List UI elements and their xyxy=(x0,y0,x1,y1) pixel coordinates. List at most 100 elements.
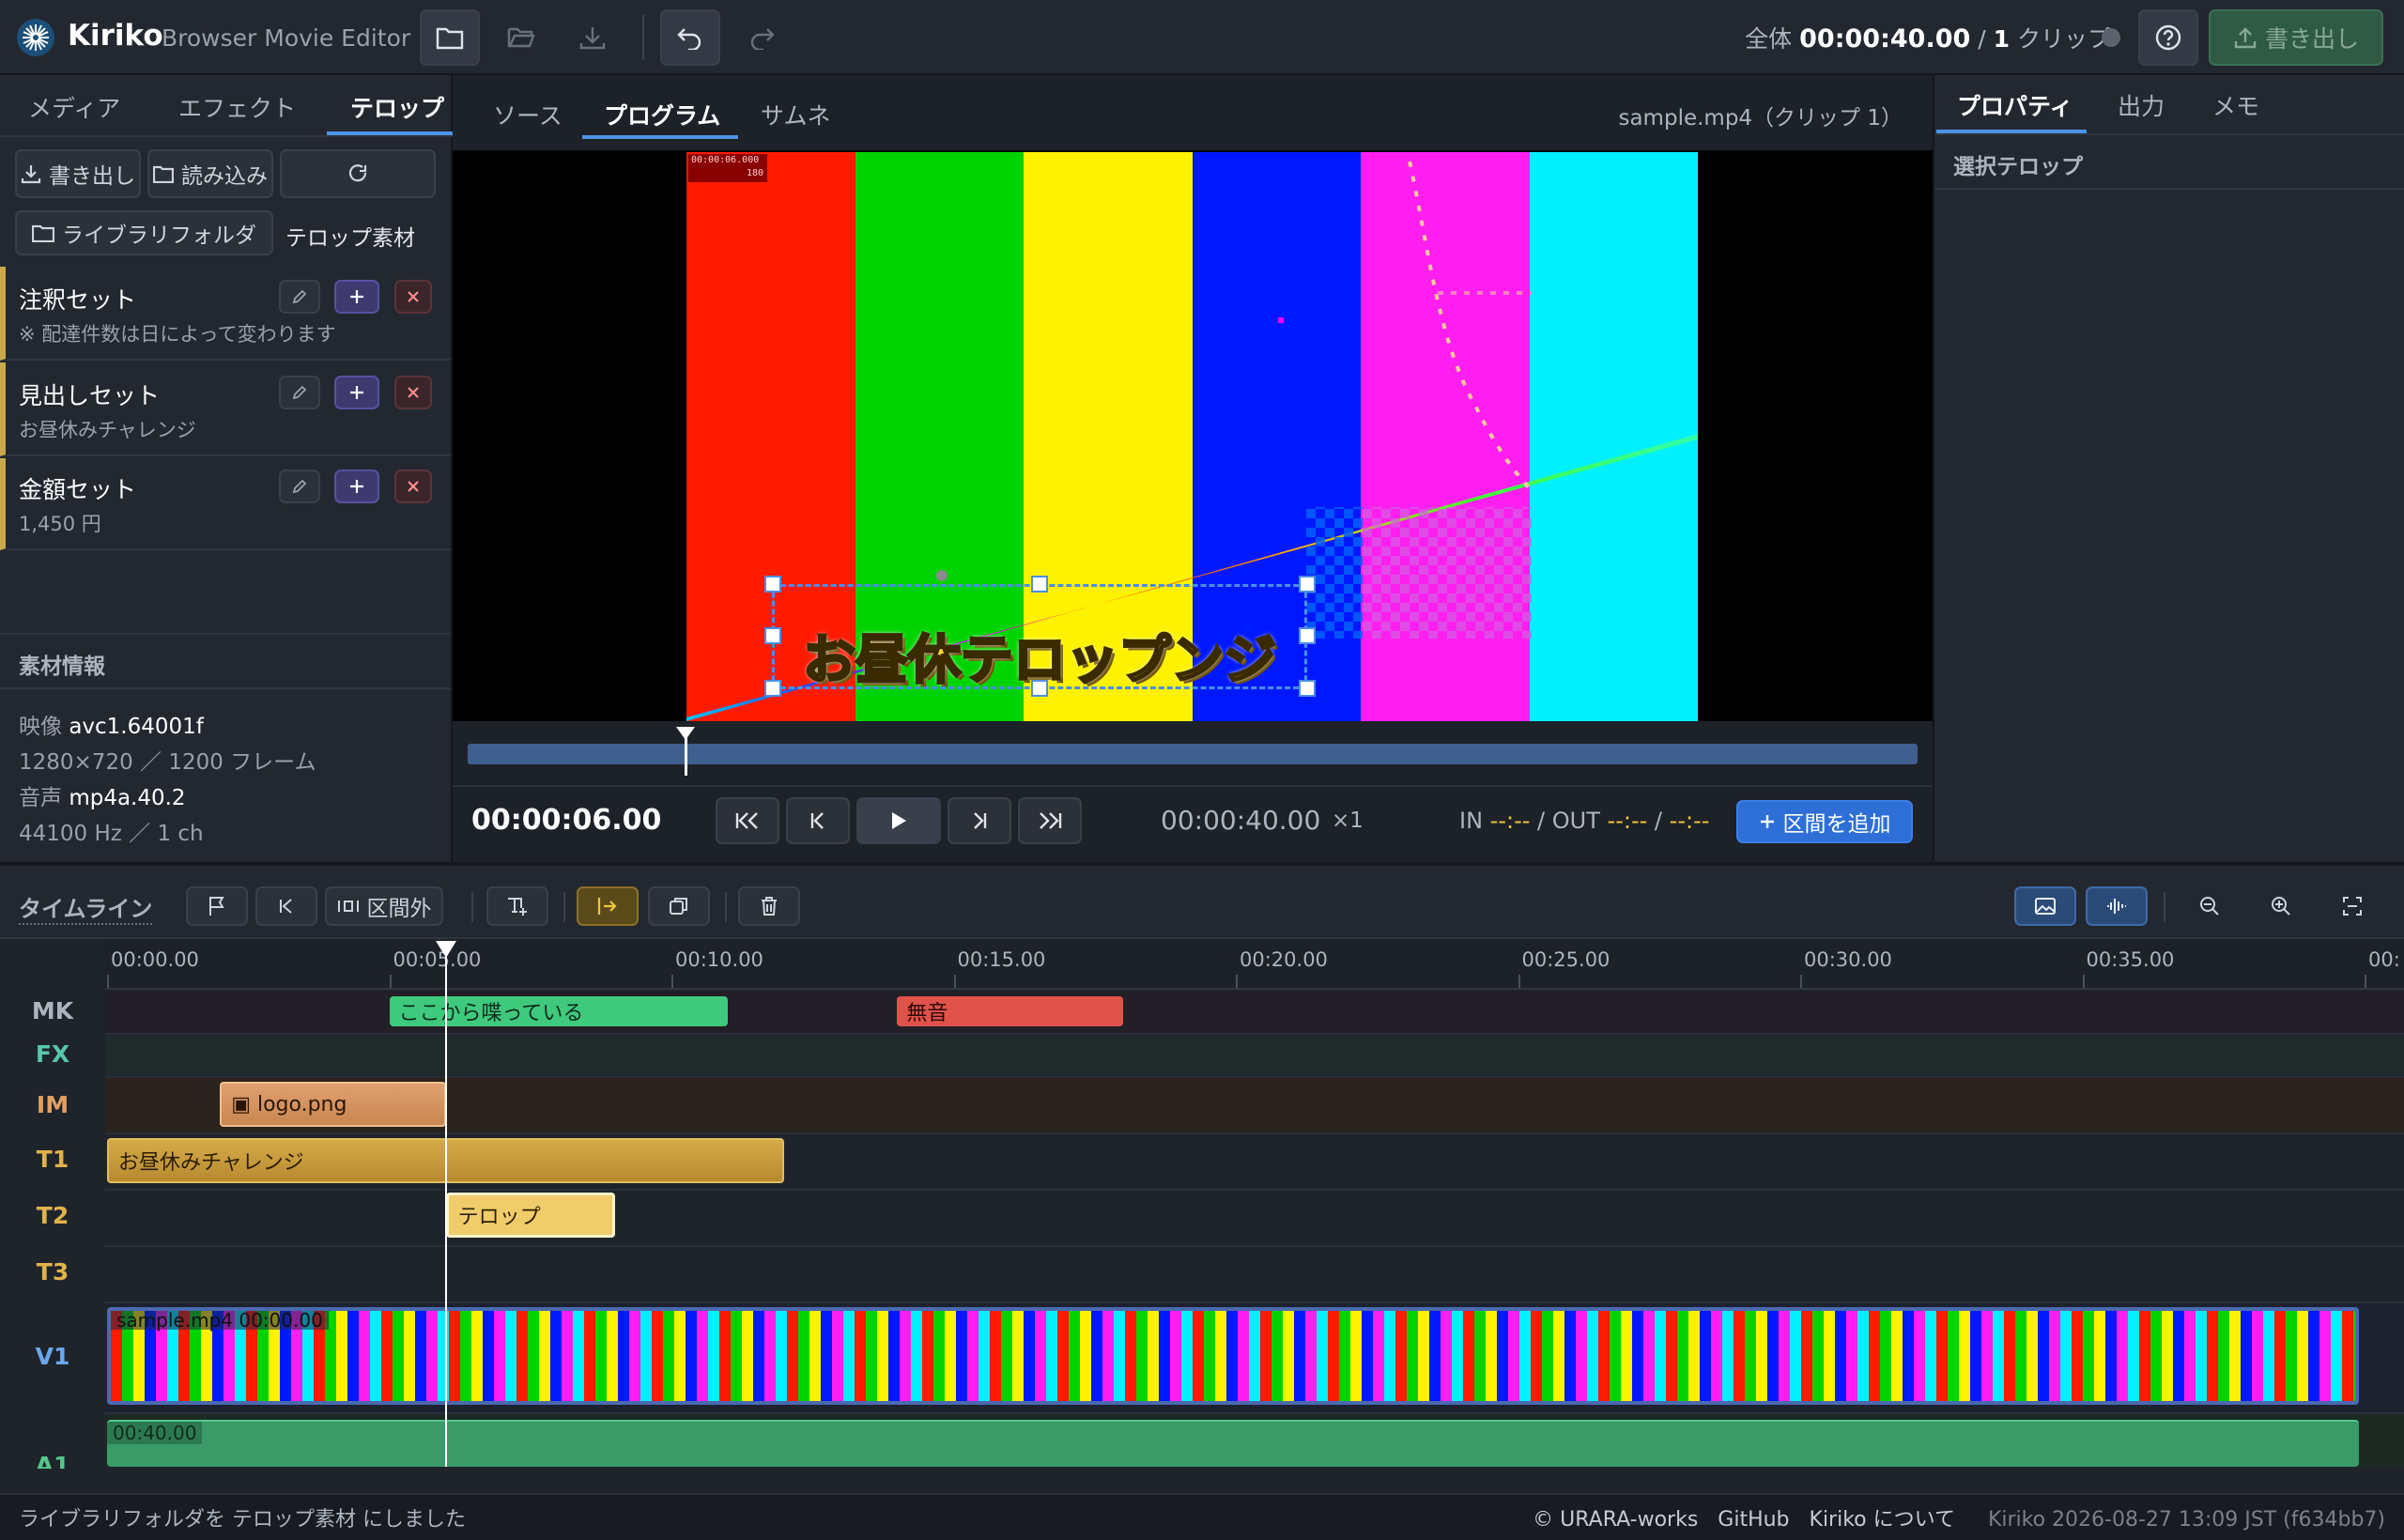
playback-speed[interactable]: ×1 xyxy=(1332,808,1364,833)
delete-clip-button[interactable] xyxy=(738,886,800,926)
open-folder-button[interactable] xyxy=(491,9,551,66)
library-folder-label: ライブラリフォルダ xyxy=(62,223,256,248)
in-label: IN xyxy=(1459,808,1484,834)
credit-link[interactable]: © URARA-works xyxy=(1533,1508,1698,1532)
resize-handle[interactable] xyxy=(764,576,781,593)
tab-telop[interactable]: テロップ xyxy=(350,90,444,124)
video-label: 映像 xyxy=(19,715,62,739)
add-range-button[interactable]: 区間を追加 xyxy=(1736,800,1913,843)
tab-output[interactable]: 出力 xyxy=(2118,88,2165,122)
undo-button[interactable] xyxy=(660,9,720,66)
thumbnail-toggle-button[interactable] xyxy=(2014,886,2076,926)
zoom-out-icon xyxy=(2199,896,2220,916)
redo-button[interactable] xyxy=(732,9,792,66)
add-set-button[interactable] xyxy=(334,280,379,314)
video-clip-time: 00:00.00 xyxy=(239,1309,323,1332)
add-set-button[interactable] xyxy=(334,470,379,503)
tab-thumbnail[interactable]: サムネ xyxy=(761,98,831,131)
ruler-tick-label: 00:30.00 xyxy=(1804,948,1892,971)
video-meta: 1280×720 ／ 1200 フレーム xyxy=(19,750,316,775)
skip-start-icon xyxy=(734,811,761,830)
folder-open-icon xyxy=(507,25,535,50)
go-to-end-button[interactable] xyxy=(1018,797,1082,844)
marker-silence[interactable]: 無音 xyxy=(897,996,1123,1026)
edit-set-button[interactable] xyxy=(279,280,320,314)
plus-icon xyxy=(348,288,365,305)
new-project-button[interactable] xyxy=(420,9,480,66)
video-clip-header: sample.mp4 00:00.00 xyxy=(111,1311,329,1330)
about-link[interactable]: Kiriko について xyxy=(1810,1508,1955,1532)
ruler-tick-label: 00: xyxy=(2368,948,2400,971)
image-clip[interactable]: ▣ logo.png xyxy=(220,1082,446,1127)
download-button[interactable] xyxy=(562,9,623,66)
range-slash: / xyxy=(1537,808,1546,834)
lane-fx[interactable] xyxy=(105,1035,2404,1078)
resize-handle[interactable] xyxy=(1031,576,1048,593)
header-export-button[interactable]: 書き出し xyxy=(2209,9,2383,66)
current-time: 00:00:06.00 xyxy=(471,804,662,837)
outside-range-button[interactable]: 区間外 xyxy=(325,886,443,926)
timeline-playhead[interactable] xyxy=(444,948,447,1467)
flag-icon xyxy=(208,896,226,916)
material-info-title: 素材情報 xyxy=(19,654,105,679)
github-link[interactable]: GitHub xyxy=(1718,1508,1789,1532)
tab-memo[interactable]: メモ xyxy=(2212,88,2259,122)
rotate-handle[interactable] xyxy=(936,570,948,581)
help-button[interactable] xyxy=(2138,9,2198,66)
audio-codec: mp4a.40.2 xyxy=(69,786,186,810)
scrubber-handle[interactable] xyxy=(675,727,695,740)
tab-media[interactable]: メディア xyxy=(28,90,120,124)
delete-set-button[interactable] xyxy=(394,280,432,314)
resize-handle[interactable] xyxy=(1299,576,1316,593)
ripple-toggle-button[interactable] xyxy=(577,886,639,926)
timeline-playhead-handle[interactable] xyxy=(435,941,456,958)
add-marker-button[interactable] xyxy=(186,886,248,926)
waveform-toggle-button[interactable] xyxy=(2086,886,2148,926)
edit-set-button[interactable] xyxy=(279,376,320,409)
telop-import-button[interactable]: 読み込み xyxy=(147,149,273,198)
telop-export-label: 書き出し xyxy=(49,164,135,189)
zoom-out-button[interactable] xyxy=(2179,886,2241,926)
step-forward-button[interactable] xyxy=(948,797,1011,844)
jump-back-button[interactable] xyxy=(255,886,317,926)
zoom-in-button[interactable] xyxy=(2250,886,2312,926)
telop-export-button[interactable]: 書き出し xyxy=(15,149,141,198)
ruler-tick xyxy=(671,975,673,988)
tab-program[interactable]: プログラム xyxy=(604,98,720,131)
telop-reload-button[interactable] xyxy=(280,149,436,198)
lane-t3[interactable] xyxy=(105,1247,2404,1303)
ruler-tick xyxy=(1800,975,1802,988)
telop-set-desc: お昼休みチャレンジ xyxy=(19,419,196,441)
telop-clip-t2-selected[interactable]: テロップ xyxy=(445,1193,615,1238)
library-folder-button[interactable]: ライブラリフォルダ xyxy=(15,210,273,255)
tab-properties[interactable]: プロパティ xyxy=(1957,88,2073,122)
delete-set-button[interactable] xyxy=(394,376,432,409)
marker-speaking[interactable]: ここから喋っている xyxy=(389,996,729,1026)
go-to-start-button[interactable] xyxy=(716,797,779,844)
edit-set-button[interactable] xyxy=(279,470,320,503)
clip-count: 1 xyxy=(1993,25,2011,53)
telop-set-desc: ※ 配達件数は日によって変わります xyxy=(19,323,336,346)
folder-icon xyxy=(436,25,464,50)
audio-info: 音声 mp4a.40.2 xyxy=(19,779,186,811)
marker-label: 無音 xyxy=(906,1002,948,1025)
tab-source[interactable]: ソース xyxy=(493,98,562,131)
play-button[interactable] xyxy=(856,797,941,844)
summary-separator: / xyxy=(1978,25,1986,53)
folder-icon xyxy=(153,164,174,183)
tab-effects[interactable]: エフェクト xyxy=(178,90,296,124)
caption-text[interactable]: お昼休テロップンジ xyxy=(772,618,1307,694)
version-text: Kiriko 2026-08-27 13:09 JST (f634bb7) xyxy=(1987,1508,2385,1532)
delete-set-button[interactable] xyxy=(394,470,432,503)
duplicate-button[interactable] xyxy=(648,886,710,926)
ruler-tick-label: 00:25.00 xyxy=(1521,948,1610,971)
lane-im[interactable] xyxy=(105,1078,2404,1134)
close-icon xyxy=(407,480,420,493)
step-back-button[interactable] xyxy=(786,797,850,844)
header-export-label: 書き出し xyxy=(2264,25,2359,53)
add-text-button[interactable] xyxy=(486,886,548,926)
fit-timeline-button[interactable] xyxy=(2321,886,2383,926)
video-info: 映像 avc1.64001f xyxy=(19,708,204,740)
add-set-button[interactable] xyxy=(334,376,379,409)
clip-unit: クリップ xyxy=(2016,25,2111,53)
